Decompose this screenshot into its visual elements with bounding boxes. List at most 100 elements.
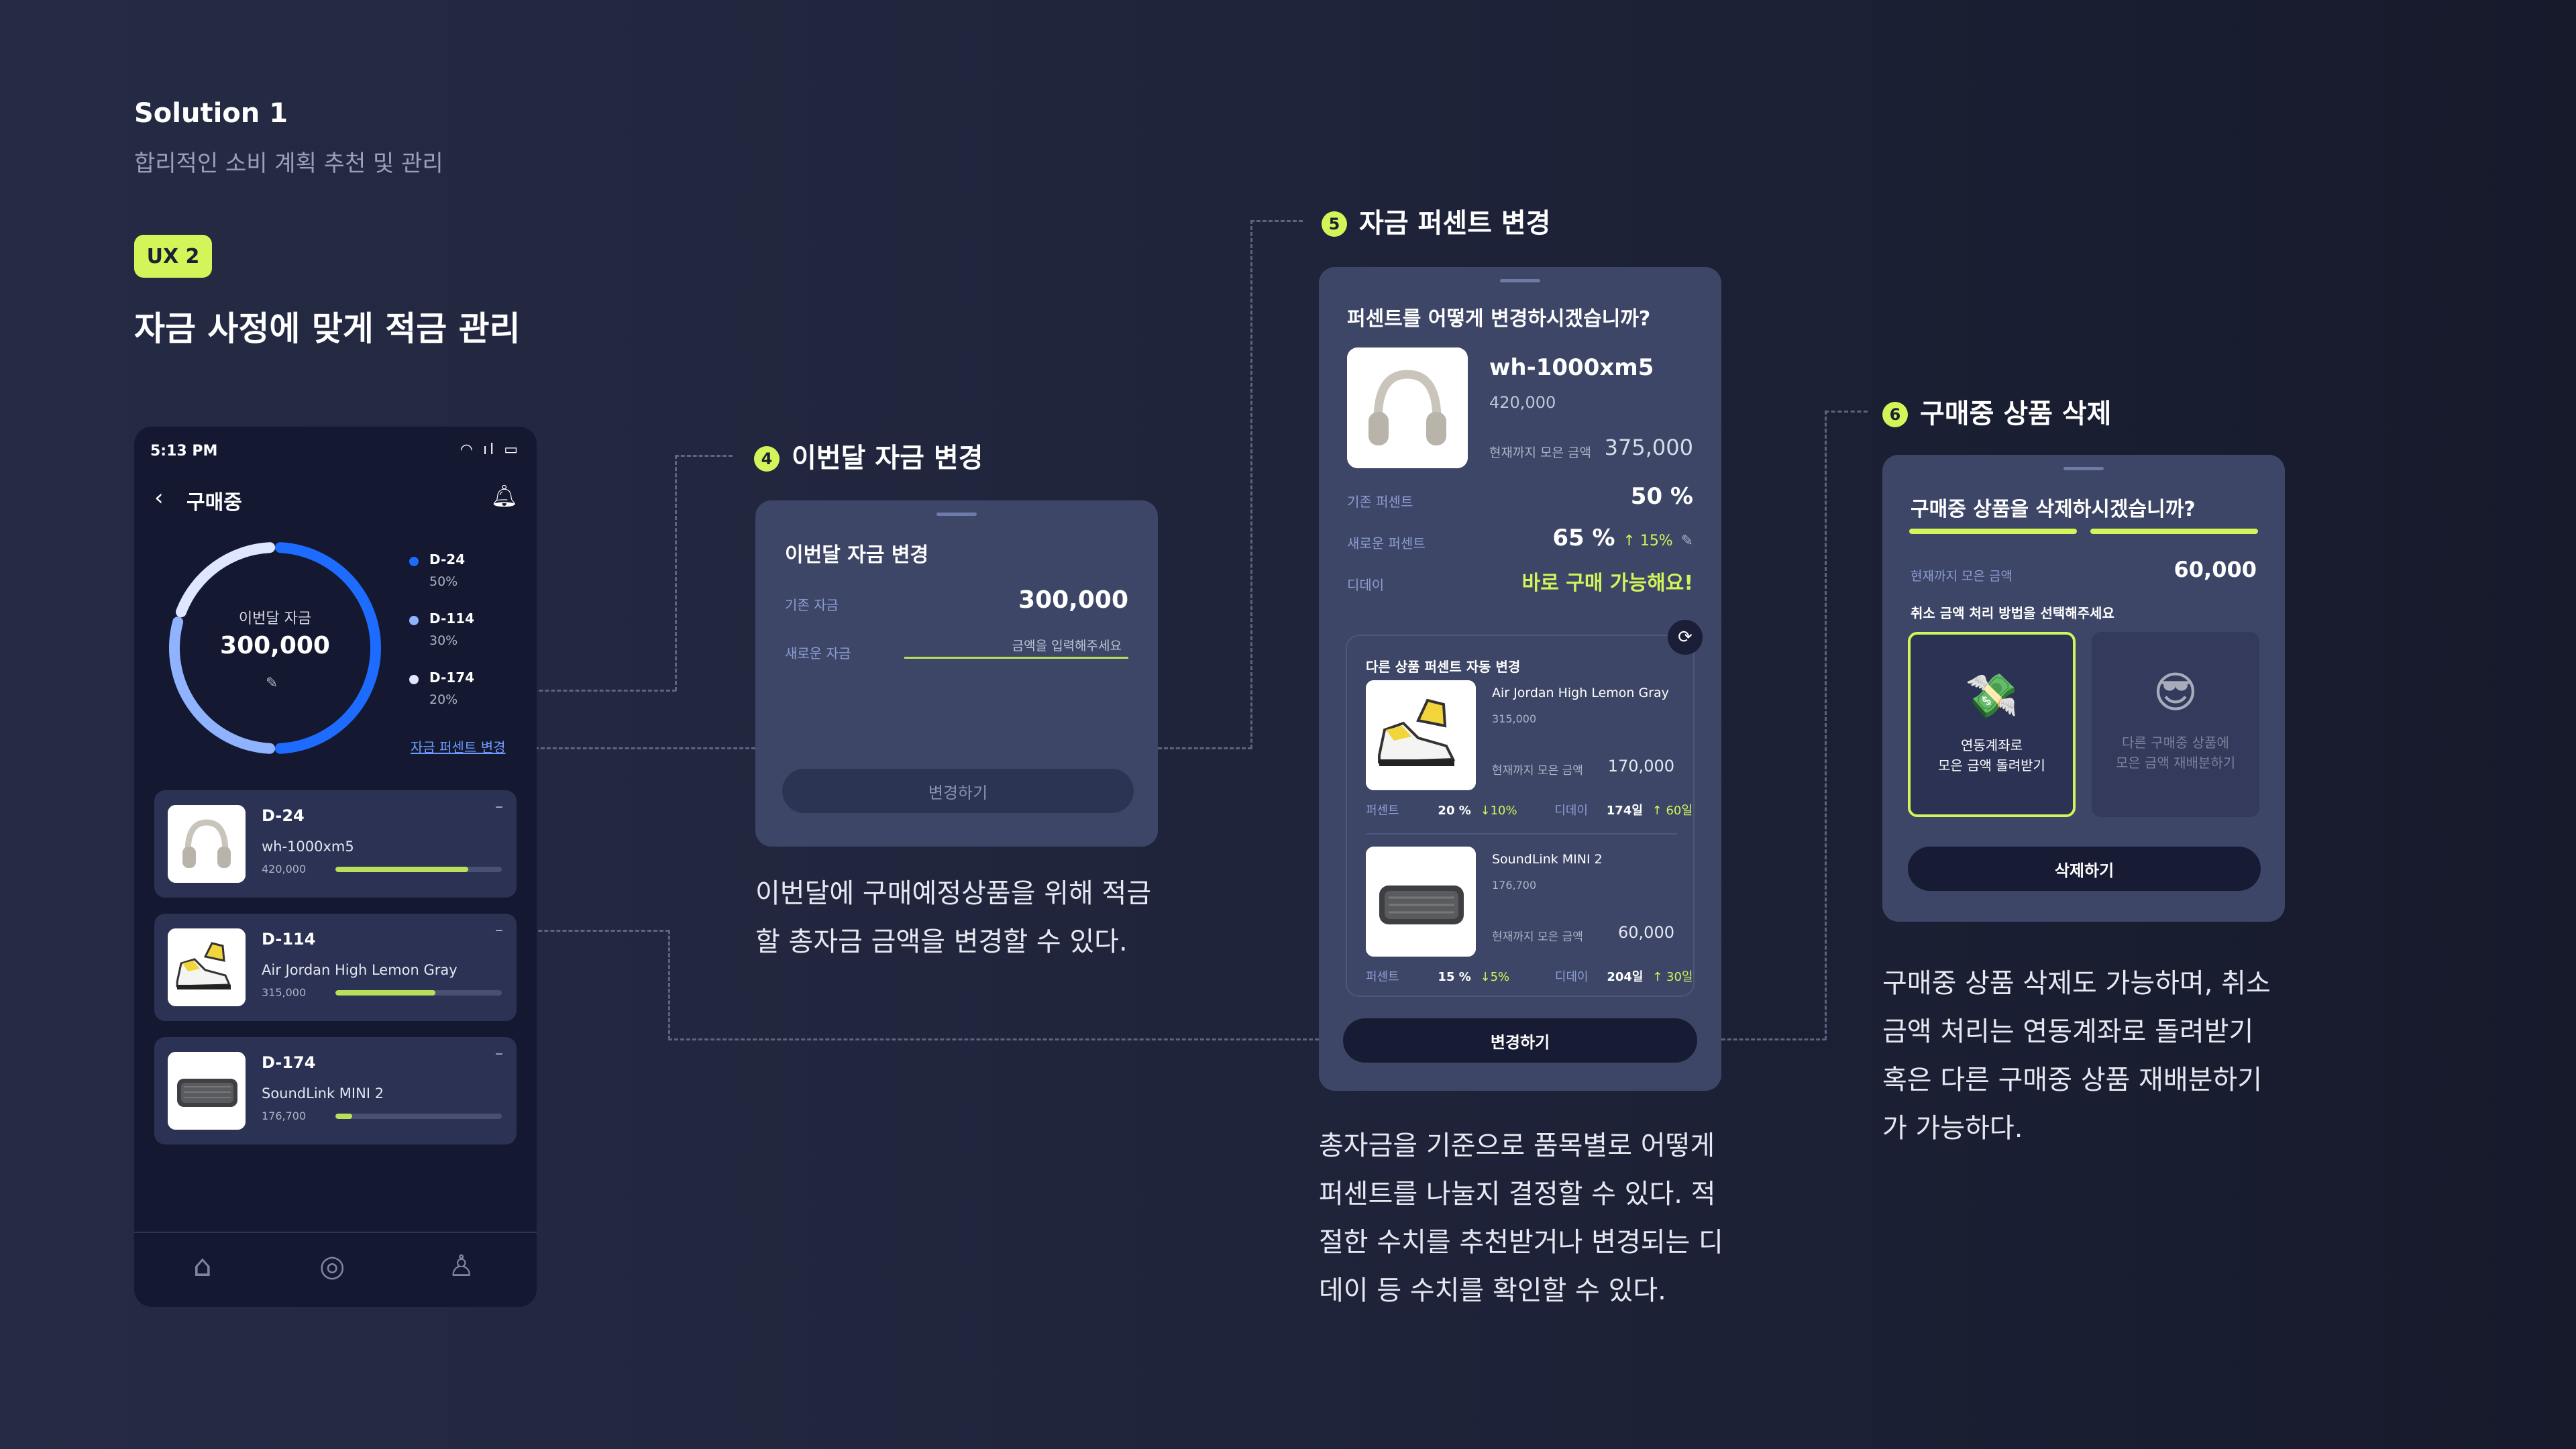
drag-handle[interactable]: [936, 513, 977, 516]
description-line: 구매중 상품 삭제도 가능하며, 취소: [1882, 968, 2271, 999]
dday-value: 바로 구매 가능해요!: [1521, 572, 1693, 595]
description-line: 이번달에 구매예정상품을 위해 적금: [755, 878, 1152, 909]
old-percent-value: 50 %: [1630, 483, 1693, 510]
minus-icon[interactable]: –: [495, 797, 503, 816]
connector: [668, 1038, 1319, 1040]
bell-icon[interactable]: 🔔︎: [490, 483, 518, 508]
minus-icon[interactable]: –: [495, 920, 503, 939]
list-item[interactable]: D-174 SoundLink MINI 2 176,700 –: [154, 1037, 517, 1144]
connector: [675, 455, 677, 691]
funds-change-panel: 이번달 자금 변경 기존 자금 300,000 새로운 자금 금액을 입력해주세…: [755, 500, 1158, 847]
legend-percent: 20%: [429, 692, 458, 707]
dday-value: 174일: [1606, 804, 1643, 818]
new-percent-value: 65 %: [1552, 525, 1615, 551]
donut-label: 이번달 자금: [238, 610, 312, 627]
compass-icon[interactable]: ◎: [319, 1249, 345, 1283]
dday-label: 디데이: [1347, 577, 1385, 593]
section-6-heading: 6 구매중 상품 삭제: [1882, 392, 2111, 431]
refund-question: 취소 금액 처리 방법을 선택해주세요: [1911, 605, 2114, 621]
minus-icon[interactable]: –: [495, 1044, 503, 1063]
saved-label: 현재까지 모은 금액: [1489, 445, 1591, 460]
legend-dot: [409, 557, 419, 566]
delete-button[interactable]: 삭제하기: [1908, 847, 2261, 891]
redistribute-option[interactable]: 😎 다른 구매중 상품에 모은 금액 재배분하기: [2092, 632, 2259, 817]
description-line: 퍼센트를 나눌지 결정할 수 있다. 적: [1319, 1179, 1716, 1210]
ux-badge: UX 2: [134, 235, 212, 278]
back-chevron-icon[interactable]: ‹: [154, 484, 164, 511]
solution-title: Solution 1: [134, 98, 288, 129]
item-dday: D-24: [262, 806, 305, 825]
description-line: 절한 수치를 추천받거나 변경되는 디: [1319, 1227, 1723, 1258]
legend-dot: [409, 616, 419, 625]
option-line: 모은 금액 돌려받기: [1938, 757, 2045, 773]
connector: [1825, 411, 1827, 1040]
refresh-icon[interactable]: ⟳: [1668, 620, 1703, 655]
pencil-icon[interactable]: ✎: [266, 675, 278, 692]
change-percent-link[interactable]: 자금 퍼센트 변경: [411, 737, 506, 756]
option-line: 다른 구매중 상품에: [2122, 735, 2229, 751]
percent-value: 20 %: [1438, 804, 1471, 818]
change-button[interactable]: 변경하기: [1343, 1018, 1697, 1063]
divider: [1366, 833, 1677, 835]
section-4-description: 이번달에 구매예정상품을 위해 적금 할 총자금 금액을 변경할 수 있다.: [755, 869, 1185, 966]
pencil-icon[interactable]: ✎: [1681, 533, 1693, 549]
phone-screen: 5:13 PM ◠ ıl ▭ ‹ 구매중 🔔︎ 이번달 자금 300,000 ✎…: [134, 427, 537, 1307]
description-line: 할 총자금 금액을 변경할 수 있다.: [755, 926, 1128, 957]
headphones-image: [168, 805, 246, 883]
page-title: 구매중: [186, 491, 242, 515]
dday-change: ↑ 60일: [1652, 804, 1693, 818]
item-name: wh-1000xm5: [262, 839, 354, 855]
drag-handle[interactable]: [2063, 467, 2104, 470]
headphones-image: [1347, 347, 1468, 468]
donut-value: 300,000: [220, 632, 330, 659]
legend-label: D-114: [429, 610, 475, 627]
new-funds-input[interactable]: 금액을 입력해주세요: [904, 632, 1128, 659]
panel-title: 이번달 자금 변경: [785, 543, 929, 567]
step-indicator: [1909, 529, 2077, 534]
connector: [1721, 1038, 1826, 1040]
main-heading: 자금 사정에 맞게 적금 관리: [134, 309, 521, 348]
other-item-saved-label: 현재까지 모은 금액: [1492, 930, 1583, 944]
refund-to-account-option[interactable]: 💸 연동계좌로 모은 금액 돌려받기: [1908, 632, 2076, 817]
option-line: 연동계좌로: [1961, 737, 2023, 753]
delete-item-panel: 구매중 상품을 삭제하시겠습니까? 현재까지 모은 금액 60,000 취소 금…: [1882, 455, 2285, 922]
dday-value: 204일: [1607, 970, 1644, 984]
profile-icon[interactable]: ♙: [448, 1249, 474, 1283]
description-line: 가 가능하다.: [1882, 1113, 2023, 1144]
list-item[interactable]: D-24 wh-1000xm5 420,000 –: [154, 790, 517, 898]
percent-change-panel: 퍼센트를 어떻게 변경하시겠습니까? wh-1000xm5 420,000 현재…: [1319, 267, 1721, 1091]
step-indicator: [2090, 529, 2258, 534]
solution-subtitle: 합리적인 소비 계획 추천 및 관리: [134, 150, 443, 177]
connector: [1158, 747, 1252, 749]
panel-title: 퍼센트를 어떻게 변경하시겠습니까?: [1347, 307, 1651, 331]
new-percent-row[interactable]: 65 % ↑ 15% ✎: [1552, 525, 1693, 551]
item-price: 176,700: [262, 1110, 307, 1122]
panel-title: 구매중 상품을 삭제하시겠습니까?: [1911, 498, 2196, 521]
list-item[interactable]: D-114 Air Jordan High Lemon Gray 315,000…: [154, 914, 517, 1021]
auto-change-box: ⟳ 다른 상품 퍼센트 자동 변경 Air Jordan High Lemon …: [1346, 620, 1703, 997]
percent-label: 퍼센트: [1366, 804, 1399, 818]
saved-label: 현재까지 모은 금액: [1911, 569, 2012, 584]
product-price: 420,000: [1489, 393, 1556, 412]
home-icon[interactable]: ⌂: [193, 1249, 212, 1283]
saved-value: 375,000: [1604, 435, 1693, 460]
sneakers-image: [1366, 680, 1476, 790]
old-percent-label: 기존 퍼센트: [1347, 494, 1413, 510]
change-button[interactable]: 변경하기: [782, 769, 1134, 813]
money-wings-icon: 💸: [1965, 672, 2019, 721]
connector: [1250, 220, 1303, 222]
auto-change-title: 다른 상품 퍼센트 자동 변경: [1366, 659, 1521, 675]
product-name: wh-1000xm5: [1489, 354, 1654, 381]
item-name: Air Jordan High Lemon Gray: [262, 962, 458, 978]
speaker-image: [168, 1052, 246, 1130]
section-title: 이번달 자금 변경: [792, 443, 983, 474]
step-number: 4: [754, 446, 780, 472]
option-label: 다른 구매중 상품에 모은 금액 재배분하기: [2092, 733, 2259, 773]
status-icons: ◠ ıl ▭: [460, 441, 521, 458]
legend-dot: [409, 675, 419, 684]
drag-handle[interactable]: [1500, 279, 1540, 282]
other-item-stats: 퍼센트 15 % ↓5% 디데이 204일 ↑ 30일: [1366, 967, 1693, 985]
legend-item-d114: D-114 30%: [409, 610, 510, 651]
section-5-heading: 5 자금 퍼센트 변경: [1322, 201, 1550, 240]
description-line: 혹은 다른 구매중 상품 재배분하기: [1882, 1065, 2263, 1095]
